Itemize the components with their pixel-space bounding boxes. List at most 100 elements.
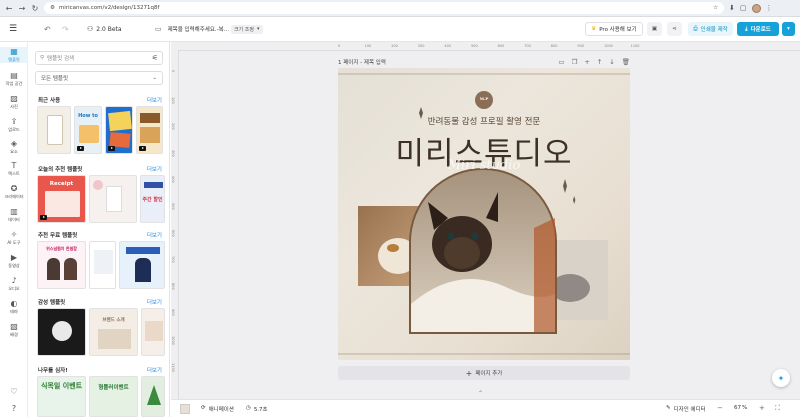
move-up-icon[interactable]: ↑ bbox=[597, 58, 602, 66]
forward-icon[interactable]: → bbox=[18, 4, 26, 13]
rail-item-background[interactable]: ▧ 배경 bbox=[0, 322, 28, 338]
resize-label: 크기 조정 bbox=[234, 26, 254, 33]
zoom-value: 67 bbox=[734, 405, 741, 411]
template-thumb[interactable] bbox=[141, 308, 165, 356]
rail-item-ai-tools[interactable]: ✧ AI 도구 bbox=[0, 230, 28, 246]
share-icon[interactable]: ⋖ bbox=[667, 22, 682, 36]
bookmark-icon[interactable]: ☆ bbox=[713, 5, 718, 11]
redo-icon[interactable]: ↷ bbox=[62, 25, 69, 34]
add-page-button[interactable]: + 페이지 추가 bbox=[338, 366, 630, 380]
template-thumb[interactable] bbox=[141, 376, 165, 417]
back-icon[interactable]: ← bbox=[5, 4, 13, 13]
template-search-input[interactable]: ⚲ 템플릿 검색 ⚟ bbox=[35, 51, 163, 65]
address-bar[interactable]: ⚙ miricanvas.com/v2/design/13271q8f ☆ bbox=[44, 2, 724, 14]
delete-icon[interactable]: 🗑 bbox=[622, 58, 630, 66]
template-thumb[interactable]: 주간 할인 bbox=[140, 175, 165, 223]
memo-icon[interactable]: ▭ bbox=[558, 58, 564, 66]
site-info-icon[interactable]: ⚙ bbox=[50, 5, 55, 11]
download-icon[interactable]: ⬇ bbox=[729, 4, 735, 12]
fullscreen-icon[interactable]: ⛶ bbox=[775, 404, 780, 413]
rail-item-theme[interactable]: ◐ 테마 bbox=[0, 299, 28, 315]
audio-icon: ♪ bbox=[11, 276, 17, 285]
duplicate-icon[interactable]: ❐ bbox=[572, 58, 578, 66]
template-thumb[interactable] bbox=[136, 106, 163, 154]
template-thumb[interactable] bbox=[37, 106, 71, 154]
thumb-text: 주간 할인 bbox=[142, 197, 163, 203]
zoom-unit: % bbox=[742, 405, 748, 411]
help-icon[interactable]: ? bbox=[0, 404, 28, 413]
menu-dots-icon[interactable]: ⋮ bbox=[766, 4, 773, 12]
ruler-tick: 0 bbox=[338, 44, 341, 48]
more-link[interactable]: 더보기 bbox=[147, 231, 162, 239]
template-thumb[interactable]: 형틀러이벤트 bbox=[89, 376, 138, 417]
reload-icon[interactable]: ↻ bbox=[31, 4, 39, 13]
zoom-in-icon[interactable]: + bbox=[759, 404, 765, 412]
filter-icon[interactable]: ⚟ bbox=[152, 54, 158, 62]
download-button[interactable]: ⤓ 다운로드 bbox=[737, 22, 779, 36]
resize-button[interactable]: 크기 조정 ▾ bbox=[231, 24, 263, 34]
more-link[interactable]: 더보기 bbox=[147, 165, 162, 173]
rail-item-data[interactable]: ▥ 데이터 bbox=[0, 207, 28, 223]
animation-label: 애니메이션 bbox=[208, 407, 234, 413]
rail-label: 동영상 bbox=[8, 263, 20, 268]
rail-item-creator[interactable]: ✪ 크리에이터 bbox=[0, 184, 28, 200]
design-canvas[interactable]: M.P 반려동물 감성 프로필 촬영 전문 미리스튜디오 Miri studio bbox=[338, 68, 630, 360]
template-filter-select[interactable]: 모든 템플릿 ⌄ bbox=[35, 71, 163, 85]
rail-item-text[interactable]: T 텍스트 bbox=[0, 161, 28, 177]
duration-button[interactable]: ◷ 5.7초 bbox=[246, 405, 268, 413]
save-icon[interactable]: ▣ bbox=[647, 22, 662, 36]
section-title: 추천 무료 템플릿 bbox=[38, 233, 78, 239]
zoom-level[interactable]: 67 % bbox=[734, 405, 747, 411]
background-icon: ▧ bbox=[10, 322, 18, 331]
doc-title[interactable]: ▭ 제목을 입력해주세요.-복... bbox=[155, 25, 229, 33]
download-more-icon[interactable]: ▾ bbox=[782, 22, 795, 36]
zoom-out-icon[interactable]: − bbox=[717, 404, 723, 412]
template-thumb[interactable] bbox=[105, 106, 133, 154]
rail-item-upload[interactable]: ⇪ 업로드 bbox=[0, 117, 28, 133]
move-down-icon[interactable]: ↓ bbox=[609, 58, 614, 66]
ruler-tick: 200 bbox=[391, 44, 398, 48]
undo-icon[interactable]: ↶ bbox=[44, 25, 51, 34]
rail-label: 데이터 bbox=[8, 217, 20, 222]
crown-icon: ♛ bbox=[591, 26, 597, 32]
extensions-icon[interactable]: ▢ bbox=[740, 4, 747, 12]
template-thumb[interactable]: 식목일 이벤트 bbox=[37, 376, 86, 417]
profile-avatar[interactable] bbox=[751, 3, 761, 13]
rail-item-video[interactable]: ▶ 동영상 bbox=[0, 253, 28, 269]
rail-item-audio[interactable]: ♪ 오디오 bbox=[0, 276, 28, 292]
design-editor-button[interactable]: ✎ 디자인 에디터 bbox=[666, 405, 706, 413]
hamburger-menu-icon[interactable]: ☰ bbox=[9, 24, 17, 34]
favorites-icon[interactable]: ♡ bbox=[0, 387, 28, 396]
more-link[interactable]: 더보기 bbox=[147, 366, 162, 374]
more-link[interactable]: 더보기 bbox=[147, 96, 162, 104]
creator-icon: ✪ bbox=[10, 184, 18, 193]
pro-trial-button[interactable]: ♛ Pro 사용해 보기 bbox=[585, 22, 643, 36]
rail-item-template[interactable]: ▦ 템플릿 bbox=[0, 47, 28, 63]
collapse-chevron-icon[interactable]: ⌃ bbox=[478, 390, 483, 397]
rail-label: 텍스트 bbox=[8, 171, 20, 176]
template-thumb[interactable] bbox=[89, 175, 137, 223]
print-order-button[interactable]: ⎙ 인쇄물 제작 bbox=[688, 22, 733, 36]
template-thumb[interactable] bbox=[89, 241, 116, 289]
template-thumb[interactable]: 브랜드 소개 bbox=[89, 308, 138, 356]
add-icon[interactable]: + bbox=[584, 58, 589, 66]
page-label[interactable]: 1 페이지 - 제목 입력 bbox=[338, 58, 386, 66]
template-thumb[interactable]: How to bbox=[74, 106, 102, 154]
ruler-tick: 400 bbox=[444, 44, 452, 48]
section-title: 나무를 심자! bbox=[38, 368, 68, 374]
animation-button[interactable]: ⟳ 애니메이션 bbox=[201, 405, 234, 413]
rail-item-elements[interactable]: ◈ 요소 bbox=[0, 139, 28, 155]
template-thumb[interactable]: 위스넘펌지 한셈함 bbox=[37, 241, 86, 289]
version-switch[interactable]: ⚇ 2.0 Beta bbox=[87, 25, 122, 33]
rail-item-photo[interactable]: ▨ 사진 bbox=[0, 94, 28, 110]
chevron-down-icon: ▾ bbox=[257, 26, 260, 32]
ruler-tick: 900 bbox=[171, 309, 175, 317]
template-thumb[interactable]: Receipt bbox=[37, 175, 86, 223]
ruler-tick: 1100 bbox=[630, 44, 640, 48]
background-color-swatch[interactable] bbox=[180, 404, 190, 414]
rail-item-workspace[interactable]: ▤ 작업 공간 bbox=[0, 71, 28, 87]
template-thumb[interactable] bbox=[37, 308, 86, 356]
more-link[interactable]: 더보기 bbox=[147, 298, 162, 306]
template-thumb[interactable] bbox=[119, 241, 165, 289]
magic-assist-icon[interactable]: ✦ bbox=[772, 369, 790, 387]
